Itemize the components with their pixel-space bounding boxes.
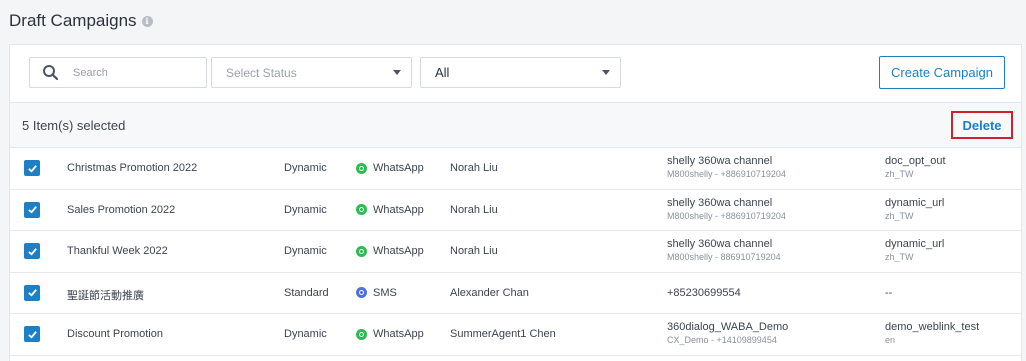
campaign-type: Standard (284, 286, 329, 299)
toolbar: Select Status All Create Campaign (10, 45, 1021, 102)
campaign-name[interactable]: 聖誕節活動推廣 (67, 287, 144, 303)
account-name: shelly 360wa channel (667, 238, 773, 250)
search-input[interactable] (73, 66, 193, 79)
campaign-template: dynamic_url zh_TW (885, 238, 944, 262)
account-name: +85230699554 (667, 286, 741, 299)
account-sub: M800shelly - +886910719204 (667, 210, 786, 221)
checkmark-icon (27, 164, 37, 173)
campaign-agent: SummerAgent1 Chen (450, 328, 556, 340)
template-name: dynamic_url (885, 238, 945, 250)
checkmark-icon (27, 330, 37, 339)
chevron-down-icon (602, 70, 610, 75)
campaign-channel: WhatsApp (356, 162, 424, 174)
template-language: zh_TW (885, 169, 914, 179)
account-name: shelly 360wa channel (667, 196, 773, 209)
account-name: shelly 360wa channel (667, 155, 773, 167)
table-row[interactable]: Thankful Week 2022 Dynamic WhatsApp Norah L… (10, 231, 1021, 273)
campaign-agent: Norah Liu (450, 203, 498, 216)
search-box[interactable] (29, 57, 207, 88)
whatsapp-icon (356, 162, 367, 174)
whatsapp-icon (356, 204, 367, 215)
row-checkbox[interactable] (24, 160, 40, 176)
whatsapp-icon (356, 245, 367, 257)
campaign-card: Select Status All Create Campaign 5 Item… (9, 44, 1022, 361)
channel-label: WhatsApp (373, 245, 424, 257)
campaign-agent: Alexander Chan (450, 286, 529, 299)
campaign-name[interactable]: Sales Promotion 2022 (67, 204, 175, 216)
info-icon[interactable]: i (141, 15, 153, 27)
campaign-name[interactable]: Thankful Week 2022 (67, 245, 168, 257)
campaign-name[interactable]: Christmas Promotion 2022 (67, 162, 197, 174)
table-row[interactable]: Christmas Promotion 2022 Dynamic WhatsApp N… (10, 148, 1021, 190)
campaign-type: Dynamic (284, 245, 327, 257)
campaign-channel: WhatsApp (356, 245, 424, 257)
checkmark-icon (27, 289, 37, 297)
campaign-agent: Norah Liu (450, 162, 498, 174)
account-name: 360dialog_WABA_Demo (667, 321, 789, 333)
type-select[interactable]: All (420, 57, 621, 88)
template-name: dynamic_url (885, 196, 945, 209)
type-select-value: All (435, 65, 450, 80)
campaign-type: Dynamic (284, 203, 327, 216)
table-row[interactable]: 聖誕節活動推廣 Standard SMS Alexander Chan +8523069… (10, 273, 1021, 314)
campaign-template: doc_opt_out zh_TW (885, 155, 946, 179)
campaign-channel: WhatsApp (356, 204, 424, 216)
channel-label: WhatsApp (373, 162, 424, 174)
channel-label: WhatsApp (373, 203, 424, 216)
create-campaign-button[interactable]: Create Campaign (879, 56, 1005, 89)
campaign-table: Christmas Promotion 2022 Dynamic WhatsApp N… (10, 148, 1021, 356)
campaign-account: shelly 360wa channel M800shelly - 8869107… (667, 238, 781, 262)
campaign-template: dynamic_url zh_TW (885, 197, 944, 221)
template-language: zh_TW (885, 210, 914, 221)
campaign-account: shelly 360wa channel M800shelly - +886910… (667, 155, 786, 179)
delete-button[interactable]: Delete (951, 111, 1013, 139)
channel-label: SMS (373, 286, 397, 299)
campaign-agent: Norah Liu (450, 245, 498, 257)
channel-label: WhatsApp (373, 328, 424, 340)
account-sub: CX_Demo - +14109899454 (667, 335, 777, 345)
whatsapp-icon (356, 328, 367, 340)
status-select[interactable]: Select Status (211, 57, 412, 88)
campaign-type: Dynamic (284, 328, 327, 340)
row-checkbox[interactable] (24, 243, 40, 259)
page-title: Draft Campaigns i (9, 11, 153, 31)
selected-count: 5 Item(s) selected (22, 118, 126, 133)
page-title-text: Draft Campaigns (9, 11, 137, 30)
template-language: en (885, 335, 896, 345)
template-language: zh_TW (885, 252, 914, 262)
status-select-value: Select Status (226, 65, 297, 80)
campaign-channel: SMS (356, 287, 397, 299)
row-checkbox[interactable] (24, 326, 40, 342)
campaign-type: Dynamic (284, 162, 327, 174)
campaign-template: demo_weblink_testen (885, 321, 979, 345)
campaign-account: +85230699554 (667, 287, 741, 299)
search-icon (38, 60, 64, 86)
table-row[interactable]: Sales Promotion 2022 Dynamic WhatsApp Norah… (10, 190, 1021, 231)
account-sub: M800shelly - +886910719204 (667, 169, 786, 179)
template-name: demo_weblink_test (885, 321, 980, 333)
campaign-account: shelly 360wa channel M800shelly - +886910… (667, 197, 786, 221)
template-name: doc_opt_out (885, 155, 946, 167)
account-sub: M800shelly - 886910719204 (667, 252, 781, 262)
campaign-channel: WhatsApp (356, 328, 424, 340)
row-checkbox[interactable] (24, 284, 40, 301)
chevron-down-icon (393, 70, 401, 75)
checkmark-icon (27, 206, 37, 214)
selection-bar: 5 Item(s) selected Delete (10, 102, 1021, 148)
table-row[interactable]: Discount Promotion Dynamic WhatsApp SummerA… (10, 314, 1021, 356)
campaign-account: 360dialog_WABA_Demo CX_Demo - +1410989945… (667, 321, 788, 345)
row-checkbox[interactable] (24, 201, 40, 218)
template-name: -- (885, 286, 893, 299)
checkmark-icon (27, 247, 37, 256)
campaign-template: -- (885, 287, 892, 299)
sms-icon (356, 287, 367, 298)
campaign-name[interactable]: Discount Promotion (67, 328, 163, 340)
